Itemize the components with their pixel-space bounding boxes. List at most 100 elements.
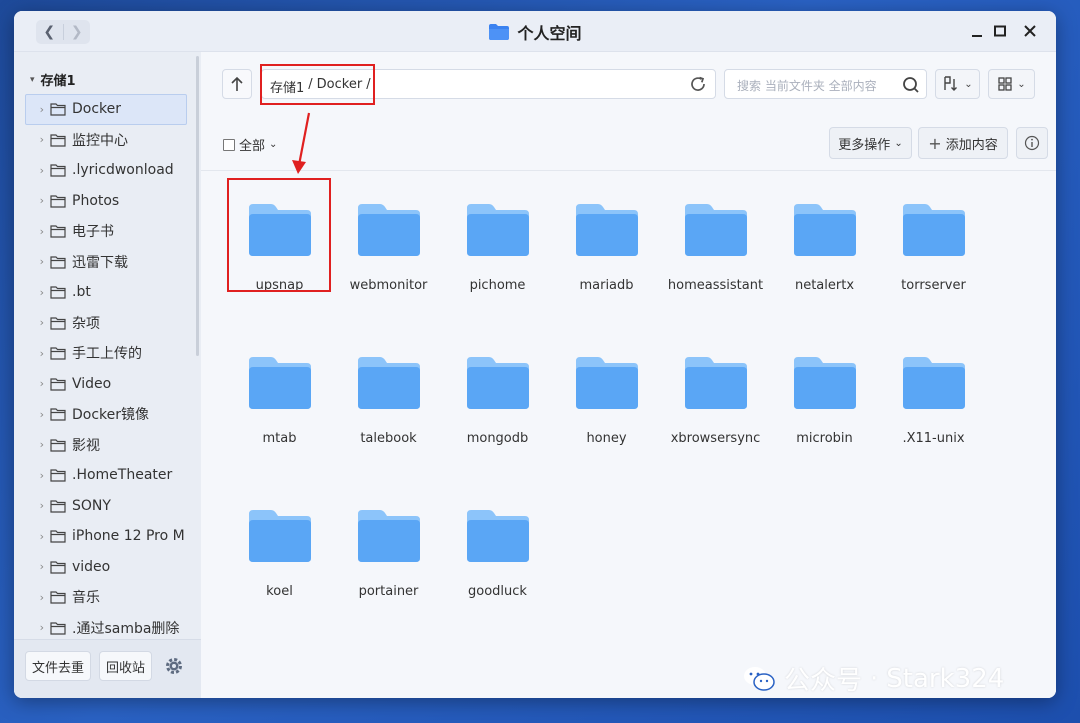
folder-icon xyxy=(575,204,638,256)
sidebar-item[interactable]: › 手工上传的 xyxy=(25,338,187,369)
chevron-right-icon[interactable]: › xyxy=(26,316,44,329)
folder-item[interactable]: torrserver xyxy=(879,202,988,355)
add-content-button[interactable]: + 添加内容 xyxy=(918,127,1008,159)
sidebar-item[interactable]: › .HomeTheater xyxy=(25,460,187,491)
folder-outline-icon xyxy=(50,317,66,330)
sidebar-root-storage[interactable]: ▾ 存储1 xyxy=(30,70,76,89)
search-icon[interactable] xyxy=(901,75,921,95)
folder-item[interactable]: portainer xyxy=(334,508,443,661)
watermark-name: Stark324 xyxy=(886,663,1005,694)
sidebar-item-label: .HomeTheater xyxy=(72,467,173,484)
folder-item[interactable]: .X11-unix xyxy=(879,355,988,508)
sidebar-item[interactable]: › 电子书 xyxy=(25,216,187,247)
select-all[interactable]: 全部 ⌄ xyxy=(223,135,277,154)
sidebar-scrollbar[interactable] xyxy=(196,56,199,356)
folder-label: honey xyxy=(586,431,627,446)
sidebar-item[interactable]: › SONY xyxy=(25,491,187,522)
chevron-right-icon[interactable]: › xyxy=(26,530,44,543)
folder-item[interactable]: homeassistant xyxy=(661,202,770,355)
chevron-right-icon[interactable]: › xyxy=(26,591,44,604)
folder-item[interactable]: goodluck xyxy=(443,508,552,661)
folder-item[interactable]: honey xyxy=(552,355,661,508)
main-panel: 存储1 / Docker / 搜索 当前文件夹 全部内容 ⌄ ⌄ 全部 ⌄ 更多… xyxy=(201,52,1056,698)
chevron-right-icon[interactable]: › xyxy=(26,286,44,299)
sidebar-item[interactable]: › iPhone 12 Pro M xyxy=(25,521,187,552)
chevron-right-icon[interactable]: › xyxy=(26,499,44,512)
sidebar-item[interactable]: › 影视 xyxy=(25,430,187,461)
back-button[interactable]: ❮ xyxy=(36,20,63,44)
title-bar: ❮ ❯ 个人空间 xyxy=(14,11,1056,52)
chevron-right-icon[interactable]: › xyxy=(26,194,44,207)
folder-item[interactable]: mongodb xyxy=(443,355,552,508)
folder-label: portainer xyxy=(358,584,419,599)
chevron-right-icon[interactable]: › xyxy=(26,560,44,573)
chevron-right-icon[interactable]: › xyxy=(26,377,44,390)
search-input[interactable]: 搜索 当前文件夹 全部内容 xyxy=(724,69,927,99)
sidebar-item[interactable]: › Video xyxy=(25,369,187,400)
folder-item[interactable]: microbin xyxy=(770,355,879,508)
folder-outline-icon xyxy=(50,469,66,482)
folder-item[interactable]: webmonitor xyxy=(334,202,443,355)
folder-icon xyxy=(248,510,311,562)
sidebar-item[interactable]: › 监控中心 xyxy=(25,125,187,156)
recycle-bin-button[interactable]: 回收站 xyxy=(99,651,152,681)
folder-icon xyxy=(466,510,529,562)
sidebar-item-label: 监控中心 xyxy=(72,132,128,149)
folder-outline-icon xyxy=(50,561,66,574)
search-placeholder: 搜索 当前文件夹 全部内容 xyxy=(737,79,877,93)
sidebar-item[interactable]: › Photos xyxy=(25,186,187,217)
folder-item[interactable]: talebook xyxy=(334,355,443,508)
folder-item[interactable]: mariadb xyxy=(552,202,661,355)
sidebar-item[interactable]: › 杂项 xyxy=(25,308,187,339)
more-actions-button[interactable]: 更多操作 ⌄ xyxy=(829,127,912,159)
chevron-right-icon[interactable]: › xyxy=(26,347,44,360)
chevron-right-icon[interactable]: › xyxy=(26,133,44,146)
folder-icon xyxy=(793,204,856,256)
select-all-label: 全部 xyxy=(239,139,266,154)
sidebar-item-label: 迅雷下载 xyxy=(72,254,128,271)
refresh-icon[interactable] xyxy=(689,75,707,93)
folder-outline-icon xyxy=(50,103,66,116)
folder-outline-icon xyxy=(50,408,66,421)
folder-item[interactable]: mtab xyxy=(225,355,334,508)
chevron-right-icon[interactable]: › xyxy=(26,225,44,238)
folder-item[interactable]: xbrowsersync xyxy=(661,355,770,508)
up-level-button[interactable] xyxy=(222,69,252,99)
maximize-button[interactable] xyxy=(991,22,1009,40)
forward-button[interactable]: ❯ xyxy=(64,20,91,44)
folder-highlight-box xyxy=(227,178,331,292)
folder-item[interactable]: netalertx xyxy=(770,202,879,355)
sidebar-item[interactable]: › video xyxy=(25,552,187,583)
sidebar-item[interactable]: › 音乐 xyxy=(25,582,187,613)
folder-grid: upsnap webmonitor pichome mariadb homeassist… xyxy=(225,202,1015,661)
folder-label: .X11-unix xyxy=(902,431,965,446)
gear-icon[interactable] xyxy=(159,651,189,681)
sidebar-item[interactable]: › 迅雷下载 xyxy=(25,247,187,278)
plus-icon: + xyxy=(928,133,942,153)
chevron-right-icon[interactable]: › xyxy=(26,621,44,634)
sidebar-item-label: Docker镜像 xyxy=(72,407,150,424)
minimize-button[interactable] xyxy=(968,22,986,40)
sidebar-item[interactable]: › Docker镜像 xyxy=(25,399,187,430)
sidebar-item[interactable]: › .bt xyxy=(25,277,187,308)
chevron-right-icon[interactable]: › xyxy=(26,103,44,116)
sidebar-item[interactable]: › .lyricdwonload xyxy=(25,155,187,186)
dedupe-button[interactable]: 文件去重 xyxy=(25,651,91,681)
chevron-right-icon[interactable]: › xyxy=(26,255,44,268)
add-content-label: 添加内容 xyxy=(945,137,998,153)
folder-label: mariadb xyxy=(579,278,634,293)
chevron-right-icon[interactable]: › xyxy=(26,164,44,177)
folder-item[interactable]: koel xyxy=(225,508,334,661)
chevron-right-icon[interactable]: › xyxy=(26,408,44,421)
sidebar-item[interactable]: › Docker xyxy=(25,94,187,125)
folder-item[interactable]: pichome xyxy=(443,202,552,355)
chevron-right-icon[interactable]: › xyxy=(26,438,44,451)
folder-icon xyxy=(357,510,420,562)
chevron-right-icon[interactable]: › xyxy=(26,469,44,482)
sort-button[interactable]: ⌄ xyxy=(935,69,980,99)
select-all-checkbox[interactable] xyxy=(223,138,235,151)
info-button[interactable] xyxy=(1016,127,1048,159)
close-button[interactable] xyxy=(1021,22,1039,40)
folder-label: mongodb xyxy=(466,431,529,446)
view-mode-button[interactable]: ⌄ xyxy=(988,69,1035,99)
